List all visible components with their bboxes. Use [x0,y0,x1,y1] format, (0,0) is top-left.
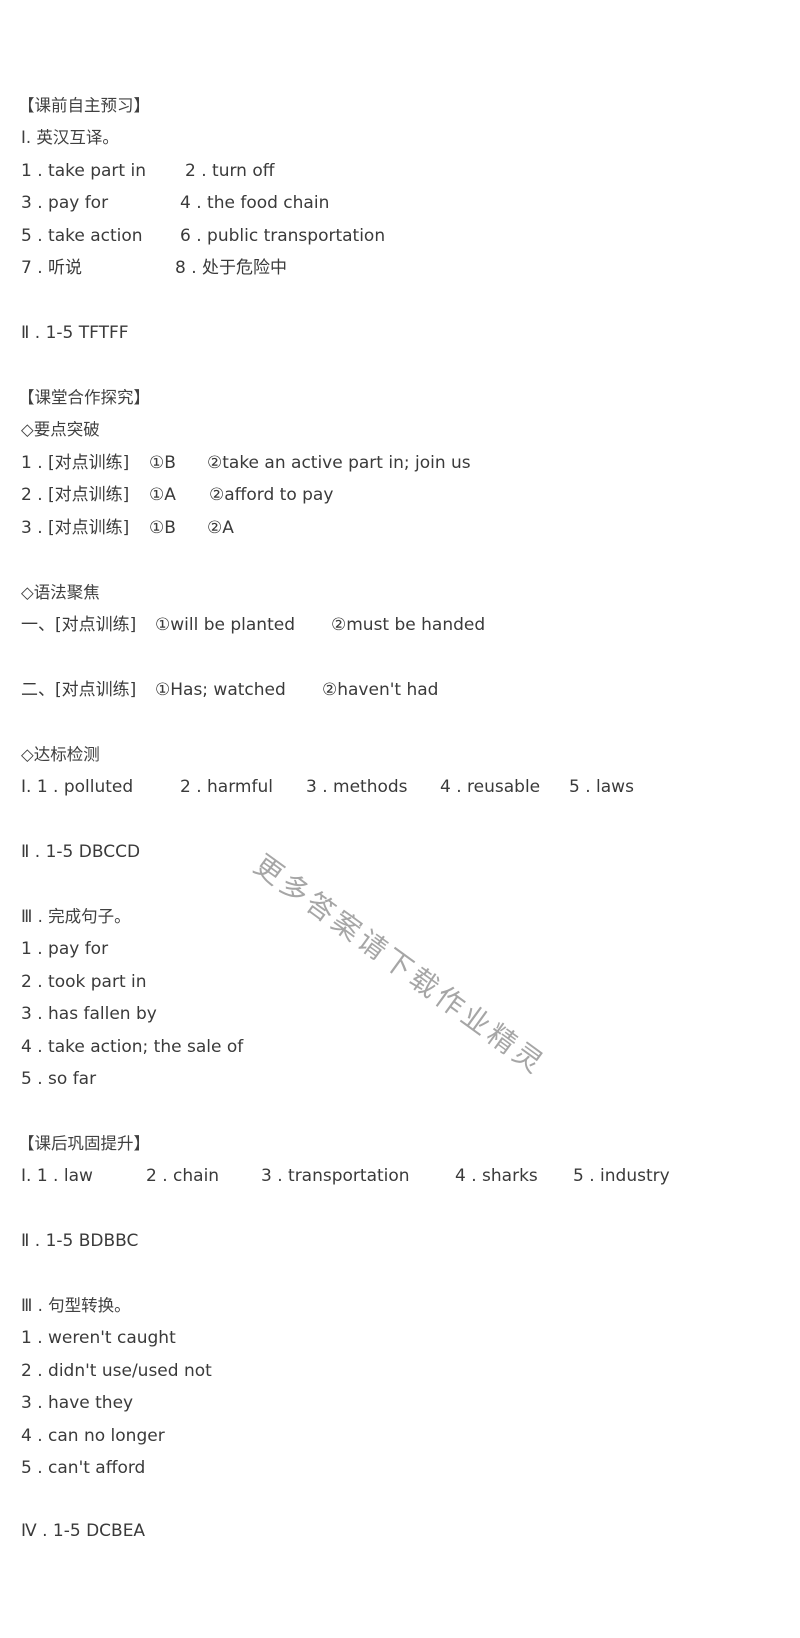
section-title-preview: 【课前自主预习】 [18,96,150,115]
answer-label: 1 . [对点训练] [21,453,130,473]
answer-item: 2 . turn off [185,161,275,181]
answer-item: 3 . transportation [261,1166,410,1186]
part-title: Ⅰ. 英汉互译。 [21,128,119,147]
part-title: Ⅲ . 完成句子。 [21,907,131,926]
answer-line: 2 . took part in [21,972,147,992]
answer-item: 4 . the food chain [180,193,330,213]
answer-item: ②afford to pay [209,485,334,505]
answer-line: 3 . has fallen by [21,1004,157,1024]
answer-line: 3 . have they [21,1393,134,1413]
answer-item: Ⅰ. 1 . polluted [21,777,134,797]
answer-item: 8 . 处于危险中 [175,258,288,278]
answer-line: 4 . take action; the sale of [21,1037,244,1057]
subsection-title: ◇要点突破 [21,420,100,439]
answer-line: 2 . didn't use/used not [21,1361,212,1381]
answer-line: 1 . pay for [21,939,109,959]
answer-item: ①B [149,453,176,473]
answer-item: 5 . laws [569,777,634,797]
answer-item: 7 . 听说 [21,258,83,278]
answer-item: 3 . methods [306,777,408,797]
answer-item: 4 . sharks [455,1166,538,1186]
subsection-title: ◇达标检测 [21,745,100,764]
answer-item: ①A [149,485,176,505]
answer-line: 5 . can't afford [21,1458,146,1478]
answer-item: ①Has; watched [155,680,286,700]
answer-label: 2 . [对点训练] [21,485,130,505]
answer-item: Ⅰ. 1 . law [21,1166,93,1186]
answer-item: ①B [149,518,176,538]
answer-item: ②must be handed [331,615,486,635]
answer-item: 6 . public transportation [180,226,386,246]
answer-item: ②haven't had [322,680,439,700]
answer-line: Ⅱ . 1-5 DBCCD [21,842,141,862]
answer-line: 4 . can no longer [21,1426,165,1446]
answer-item: 1 . take part in [21,161,146,181]
watermark-text: 更多答案请下载作业精灵 [247,848,552,1082]
answer-item: 2 . chain [146,1166,220,1186]
answer-item: ②A [207,518,234,538]
answer-item: 5 . industry [573,1166,670,1186]
answer-label: 一、[对点训练] [21,615,137,635]
answer-line: 5 . so far [21,1069,97,1089]
answer-item: ①will be planted [155,615,295,635]
answer-label: 3 . [对点训练] [21,518,130,538]
subsection-title: ◇语法聚焦 [21,583,100,602]
answer-label: 二、[对点训练] [21,680,137,700]
answer-item: ②take an active part in; join us [207,453,471,473]
answer-line: Ⅳ . 1-5 DCBEA [21,1521,146,1541]
section-title-classroom: 【课堂合作探究】 [18,388,150,407]
answer-line: 1 . weren't caught [21,1328,176,1348]
answer-line: Ⅱ . 1-5 TFTFF [21,323,129,343]
answer-item: 3 . pay for [21,193,109,213]
answer-line: Ⅱ . 1-5 BDBBC [21,1231,139,1251]
section-title-after-class: 【课后巩固提升】 [18,1134,150,1153]
answer-item: 5 . take action [21,226,143,246]
answer-item: 2 . harmful [180,777,273,797]
part-title: Ⅲ . 句型转换。 [21,1296,131,1315]
answer-item: 4 . reusable [440,777,541,797]
